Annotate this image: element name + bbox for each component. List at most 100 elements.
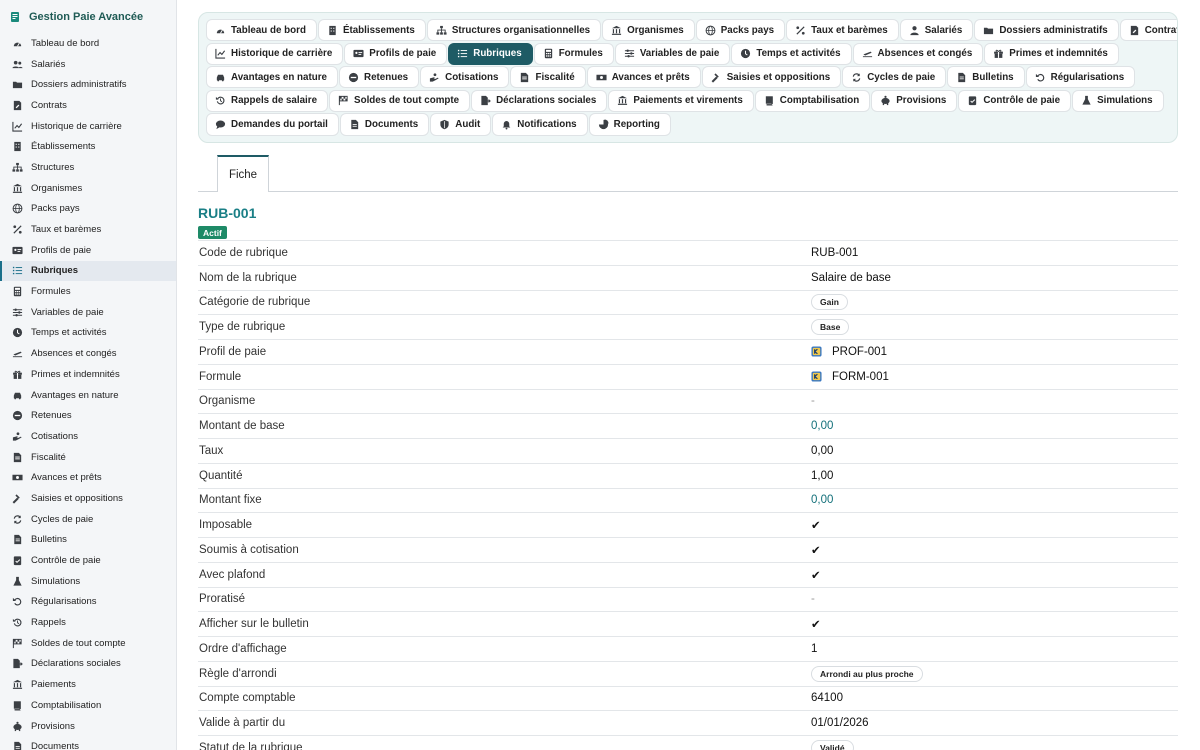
field-value: Arrondi au plus proche <box>811 665 923 682</box>
sidebar-item-bulletins[interactable]: Bulletins <box>0 530 176 551</box>
tab-absences-et-conges[interactable]: Absences et congés <box>852 42 984 65</box>
tab-cotisations[interactable]: Cotisations <box>420 66 510 89</box>
sidebar-item-label: Rubriques <box>31 265 78 277</box>
sidebar-item-dossiers-administratifs[interactable]: Dossiers administratifs <box>0 74 176 95</box>
tab-comptabilisation[interactable]: Comptabilisation <box>754 89 871 112</box>
sidebar-item-comptabilisation[interactable]: Comptabilisation <box>0 695 176 716</box>
record-link[interactable]: FORM-001 <box>832 371 889 383</box>
tab-contrats[interactable]: Contrats <box>1119 19 1177 42</box>
tab-reporting[interactable]: Reporting <box>588 113 671 136</box>
sidebar-item-tableau-de-bord[interactable]: Tableau de bord <box>0 33 176 54</box>
sidebar-item-profils-de-paie[interactable]: Profils de paie <box>0 240 176 261</box>
tab-organismes[interactable]: Organismes <box>602 19 695 42</box>
sidebar-item-label: Structures <box>31 161 75 173</box>
tab-documents[interactable]: Documents <box>339 113 430 136</box>
app-brand[interactable]: Gestion Paie Avancée <box>0 0 176 33</box>
sidebar-item-regularisations[interactable]: Régularisations <box>0 592 176 613</box>
sidebar-item-rappels[interactable]: Rappels <box>0 612 176 633</box>
tab-simulations[interactable]: Simulations <box>1072 89 1164 112</box>
record-link[interactable]: PROF-001 <box>832 346 887 358</box>
tab-declarations-sociales[interactable]: Déclarations sociales <box>471 89 608 112</box>
tab-retenues[interactable]: Retenues <box>339 66 420 89</box>
tab-bulletins[interactable]: Bulletins <box>947 66 1025 89</box>
field-label: Montant de base <box>199 420 285 433</box>
tab-historique-de-carriere[interactable]: Historique de carrière <box>206 42 344 65</box>
sidebar-item-saisies-et-oppositions[interactable]: Saisies et oppositions <box>0 488 176 509</box>
tab-tableau-de-bord[interactable]: Tableau de bord <box>206 19 317 42</box>
sidebar-item-salaries[interactable]: Salariés <box>0 54 176 75</box>
sidebar-item-label: Provisions <box>31 720 75 732</box>
sidebar-item-rubriques[interactable]: Rubriques <box>0 260 176 282</box>
tab-cycles-de-paie[interactable]: Cycles de paie <box>842 66 947 89</box>
detail-row: Formule FORM-001 <box>198 363 1178 389</box>
tab-salaries[interactable]: Salariés <box>899 19 974 42</box>
tab-fiscalite[interactable]: Fiscalité <box>510 66 586 89</box>
tab-variables-de-paie[interactable]: Variables de paie <box>614 42 731 65</box>
sidebar-item-organismes[interactable]: Organismes <box>0 178 176 199</box>
field-value: - <box>811 593 815 606</box>
tab-saisies-et-oppositions[interactable]: Saisies et oppositions <box>701 66 842 89</box>
tab-soldes-de-tout-compte[interactable]: Soldes de tout compte <box>329 89 471 112</box>
sidebar-item-label: Bulletins <box>31 534 67 546</box>
tab-label: Reporting <box>613 118 660 130</box>
sidebar-item-controle-de-paie[interactable]: Contrôle de paie <box>0 550 176 571</box>
sliders-icon <box>624 48 635 59</box>
tab-label: Rubriques <box>473 48 522 60</box>
sidebar-item-simulations[interactable]: Simulations <box>0 571 176 592</box>
sidebar-item-declarations-sociales[interactable]: Déclarations sociales <box>0 654 176 675</box>
sidebar-item-label: Déclarations sociales <box>31 658 121 670</box>
sidebar-item-contrats[interactable]: Contrats <box>0 95 176 116</box>
tab-label: Notifications <box>517 118 577 130</box>
tab-profils-de-paie[interactable]: Profils de paie <box>344 42 448 65</box>
sidebar-item-primes-et-indemnites[interactable]: Primes et indemnités <box>0 364 176 385</box>
tab-demandes-du-portail[interactable]: Demandes du portail <box>206 113 339 136</box>
tab-paiements-et-virements[interactable]: Paiements et virements <box>608 89 754 112</box>
tab-notifications[interactable]: Notifications <box>492 113 588 136</box>
subtab-fiche[interactable]: Fiche <box>217 155 269 192</box>
tab-taux-et-baremes[interactable]: Taux et barèmes <box>786 19 899 42</box>
tab-dossiers-administratifs[interactable]: Dossiers administratifs <box>974 19 1119 42</box>
sidebar-item-avances-et-prets[interactable]: Avances et prêts <box>0 467 176 488</box>
value-badge: Base <box>811 319 850 336</box>
sidebar-item-etablissements[interactable]: Établissements <box>0 136 176 157</box>
tab-rappels-de-salaire[interactable]: Rappels de salaire <box>206 89 329 112</box>
sidebar-item-paiements[interactable]: Paiements <box>0 674 176 695</box>
sidebar-item-label: Organismes <box>31 182 83 194</box>
tab-provisions[interactable]: Provisions <box>871 89 958 112</box>
tab-label: Soldes de tout compte <box>354 95 460 107</box>
sidebar-item-absences-et-conges[interactable]: Absences et congés <box>0 343 176 364</box>
tab-structures-organisationnelles[interactable]: Structures organisationnelles <box>426 19 602 42</box>
sidebar-item-structures[interactable]: Structures <box>0 157 176 178</box>
sidebar-item-packs-pays[interactable]: Packs pays <box>0 199 176 220</box>
tab-avances-et-prets[interactable]: Avances et prêts <box>586 66 701 89</box>
tab-primes-et-indemnites[interactable]: Primes et indemnités <box>984 42 1119 65</box>
sidebar-item-taux-et-baremes[interactable]: Taux et barèmes <box>0 219 176 240</box>
tab-packs-pays[interactable]: Packs pays <box>695 19 786 42</box>
sidebar-item-formules[interactable]: Formules <box>0 281 176 302</box>
sidebar-item-label: Avances et prêts <box>31 472 102 484</box>
tab-audit[interactable]: Audit <box>430 113 492 136</box>
sidebar-item-provisions[interactable]: Provisions <box>0 716 176 737</box>
gift-icon <box>12 369 23 380</box>
sidebar-item-soldes-de-tout-compte[interactable]: Soldes de tout compte <box>0 633 176 654</box>
tab-temps-et-activites[interactable]: Temps et activités <box>731 42 852 65</box>
tab-formules[interactable]: Formules <box>533 42 614 65</box>
sidebar-item-fiscalite[interactable]: Fiscalité <box>0 447 176 468</box>
tab-avantages-en-nature[interactable]: Avantages en nature <box>206 66 339 89</box>
tab-rubriques[interactable]: Rubriques <box>448 42 533 65</box>
sidebar-item-cycles-de-paie[interactable]: Cycles de paie <box>0 509 176 530</box>
sidebar-item-documents[interactable]: Documents <box>0 736 176 750</box>
sidebar-item-cotisations[interactable]: Cotisations <box>0 426 176 447</box>
sidebar-item-variables-de-paie[interactable]: Variables de paie <box>0 302 176 323</box>
field-label: Code de rubrique <box>199 246 288 259</box>
sidebar-item-avantages-en-nature[interactable]: Avantages en nature <box>0 385 176 406</box>
check-icon: ✔ <box>811 619 821 632</box>
field-value: 64100 <box>811 692 843 705</box>
tab-etablissements[interactable]: Établissements <box>317 19 426 42</box>
sidebar-item-retenues[interactable]: Retenues <box>0 405 176 426</box>
sidebar-item-historique-de-carriere[interactable]: Historique de carrière <box>0 116 176 137</box>
tab-regularisations[interactable]: Régularisations <box>1025 66 1136 89</box>
sidebar-item-temps-et-activites[interactable]: Temps et activités <box>0 323 176 344</box>
percent-icon <box>12 224 23 235</box>
tab-controle-de-paie[interactable]: Contrôle de paie <box>958 89 1072 112</box>
